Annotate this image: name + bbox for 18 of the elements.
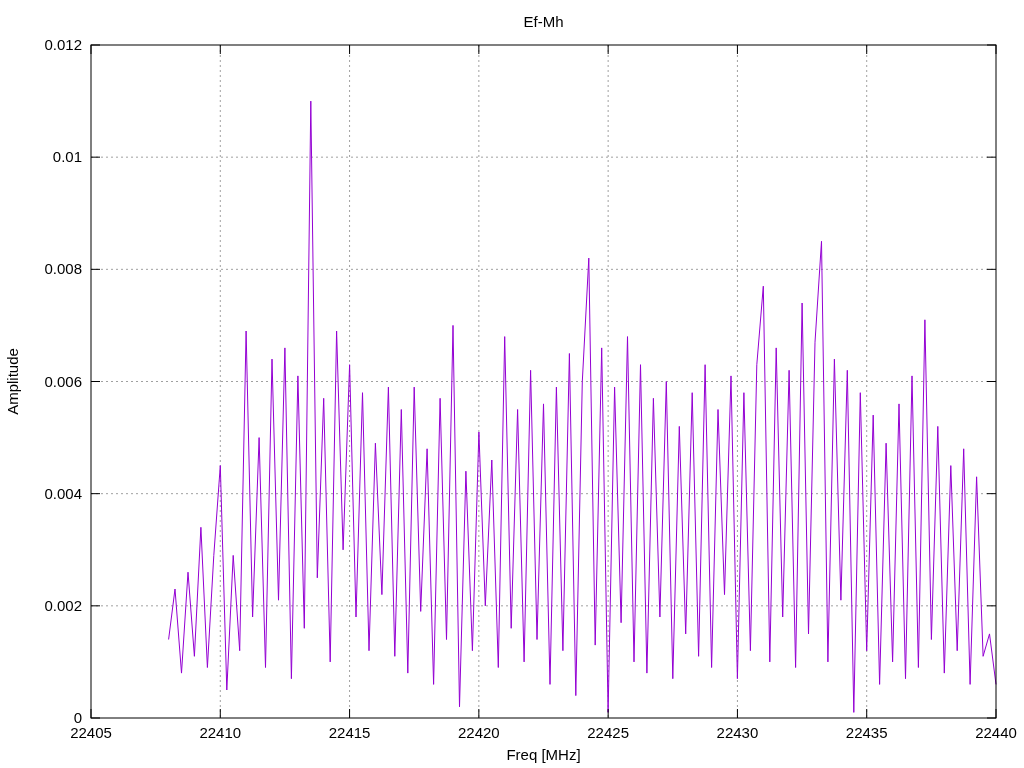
chart-title: Ef-Mh xyxy=(523,13,564,30)
x-axis-label: Freq [MHz] xyxy=(506,746,581,763)
x-tick-label: 22420 xyxy=(458,724,500,741)
y-tick-label: 0.006 xyxy=(44,372,82,390)
x-tick-label: 22440 xyxy=(975,724,1017,741)
y-tick-label: 0.002 xyxy=(44,596,82,614)
y-tick-label: 0.004 xyxy=(44,484,82,502)
x-tick-label: 22430 xyxy=(716,724,759,741)
x-tick-label: 22410 xyxy=(199,724,242,741)
y-tick-label: 0 xyxy=(73,709,82,726)
x-tick-label: 22435 xyxy=(845,724,888,741)
x-tick-label: 22405 xyxy=(70,724,112,741)
y-axis-label: Amplitude xyxy=(4,348,21,415)
y-tick-label: 0.008 xyxy=(44,260,82,278)
x-tick-label: 22415 xyxy=(328,724,371,741)
y-tick-label: 0.01 xyxy=(52,148,82,166)
x-tick-label: 22425 xyxy=(587,724,629,741)
y-tick-label: 0.012 xyxy=(44,36,82,53)
